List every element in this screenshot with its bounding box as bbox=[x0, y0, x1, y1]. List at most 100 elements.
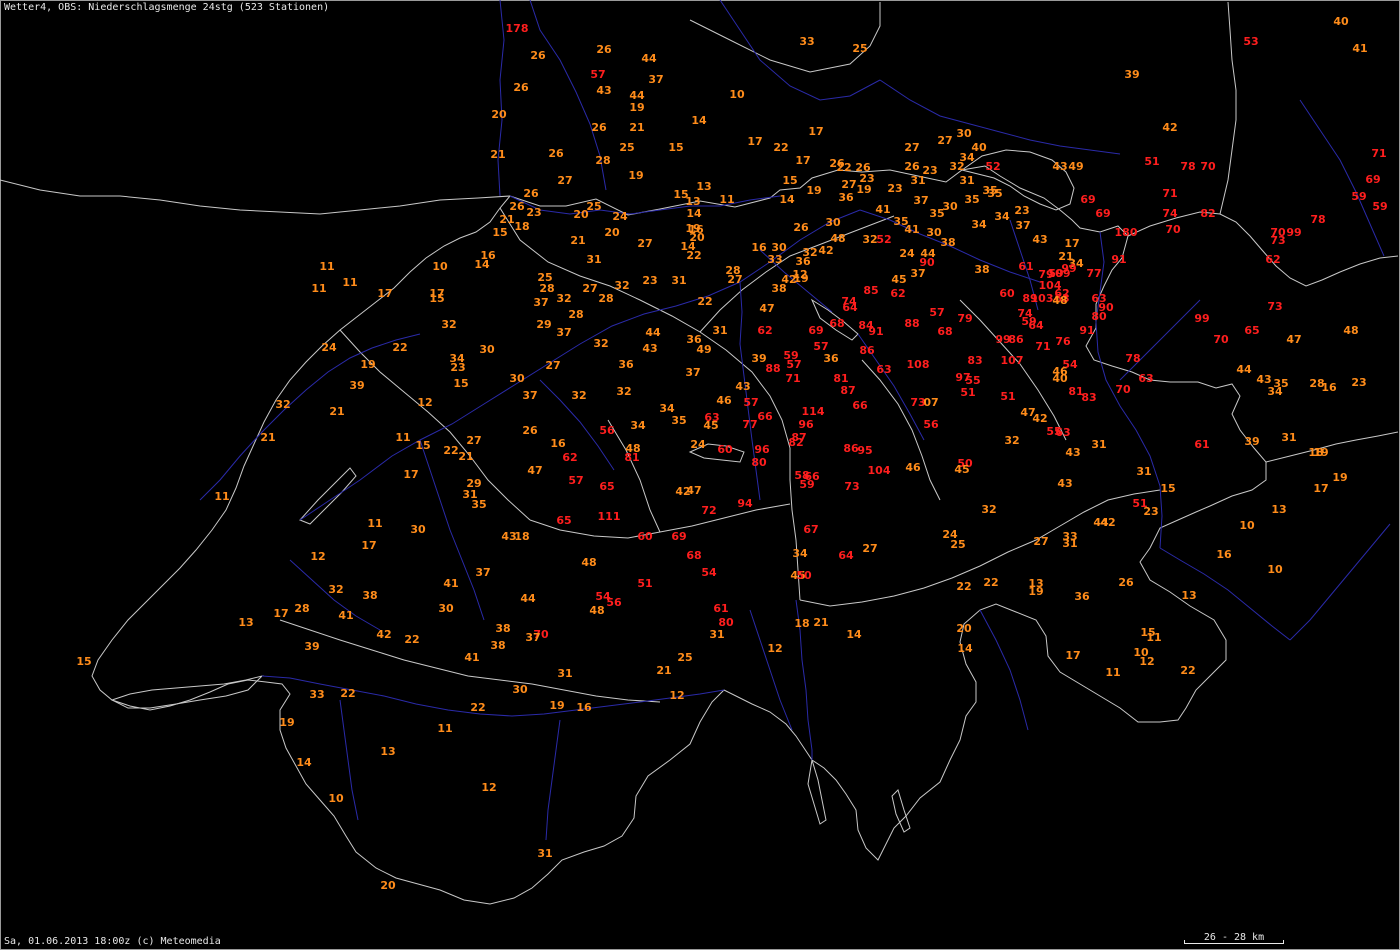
station-value: 15 bbox=[492, 226, 507, 239]
station-value: 30 bbox=[410, 523, 426, 536]
station-value: 17 bbox=[808, 125, 823, 138]
station-value: 61 bbox=[713, 602, 728, 615]
station-value: 60 bbox=[637, 530, 653, 543]
station-value: 30 bbox=[512, 683, 528, 696]
station-value: 95 bbox=[857, 444, 872, 457]
station-value: 36 bbox=[618, 358, 634, 371]
station-value: 40 bbox=[1052, 372, 1068, 385]
station-value: 73 bbox=[1267, 300, 1282, 313]
station-value: 32 bbox=[981, 503, 996, 516]
station-value: 49 bbox=[1068, 160, 1083, 173]
station-value: 11 bbox=[395, 431, 410, 444]
station-value: 12 bbox=[1139, 655, 1154, 668]
station-value: 108 bbox=[907, 358, 930, 371]
station-value: 63 bbox=[1055, 426, 1070, 439]
station-value: 16 bbox=[1321, 381, 1337, 394]
station-value: 11 bbox=[1105, 666, 1120, 679]
station-value: 13 bbox=[380, 745, 395, 758]
station-value: 64 bbox=[838, 549, 854, 562]
station-value: 36 bbox=[1074, 590, 1090, 603]
river-rhone bbox=[261, 675, 725, 717]
river-maggia bbox=[749, 609, 793, 731]
station-value: 24 bbox=[612, 210, 628, 223]
station-value: 68 bbox=[686, 549, 701, 562]
station-value: 22 bbox=[443, 444, 458, 457]
station-value: 27 bbox=[727, 273, 742, 286]
station-value: 30 bbox=[956, 127, 972, 140]
station-value: 30 bbox=[825, 216, 841, 229]
station-value: 69 bbox=[808, 324, 823, 337]
station-value: 28 bbox=[294, 602, 309, 615]
station-value: 66 bbox=[852, 399, 868, 412]
station-value: 24 bbox=[690, 438, 706, 451]
station-value: 22 bbox=[956, 580, 971, 593]
station-value: 21 bbox=[629, 121, 644, 134]
station-value: 27 bbox=[582, 282, 597, 295]
station-value: 67 bbox=[803, 523, 818, 536]
station-value: 16 bbox=[576, 701, 592, 714]
station-value: 21 bbox=[329, 405, 344, 418]
station-value: 35 bbox=[471, 498, 486, 511]
station-value: 19 bbox=[360, 358, 375, 371]
scale-line bbox=[1184, 943, 1284, 944]
station-value: 34 bbox=[994, 210, 1010, 223]
station-value: 99 bbox=[1194, 312, 1209, 325]
station-value: 22 bbox=[686, 249, 701, 262]
germany-border-north bbox=[0, 179, 511, 215]
station-value: 48 bbox=[589, 604, 604, 617]
station-value: 10 bbox=[1267, 563, 1283, 576]
station-value: 57 bbox=[929, 306, 944, 319]
station-value: 33 bbox=[799, 35, 814, 48]
station-value: 82 bbox=[788, 436, 803, 449]
station-value: 29 bbox=[536, 318, 551, 331]
station-value: 38 bbox=[771, 282, 786, 295]
station-value: 23 bbox=[1014, 204, 1029, 217]
station-value: 14 bbox=[691, 114, 707, 127]
station-value: 43 bbox=[1057, 477, 1072, 490]
station-value: 51 bbox=[960, 386, 975, 399]
station-value: 40 bbox=[1333, 15, 1349, 28]
station-value: 24 bbox=[899, 247, 915, 260]
station-value: 57 bbox=[786, 358, 801, 371]
station-value: 35 bbox=[964, 193, 979, 206]
station-value: 20 bbox=[380, 879, 396, 892]
station-value: 52 bbox=[876, 233, 891, 246]
station-value: 59 bbox=[1351, 190, 1366, 203]
station-value: 69 bbox=[1095, 207, 1110, 220]
station-value: 43 bbox=[596, 84, 611, 97]
station-value: 64 bbox=[842, 301, 858, 314]
rivers bbox=[199, 0, 1391, 841]
station-value: 14 bbox=[846, 628, 862, 641]
station-value: 48 bbox=[1052, 294, 1067, 307]
station-value: 180 bbox=[1115, 226, 1138, 239]
station-value: 17 bbox=[273, 607, 288, 620]
station-value: 43 bbox=[642, 342, 657, 355]
station-value: 25 bbox=[619, 141, 634, 154]
station-value: 91 bbox=[868, 325, 883, 338]
station-value: 43 bbox=[1052, 160, 1067, 173]
station-value: 73 bbox=[844, 480, 859, 493]
station-value: 20 bbox=[573, 208, 589, 221]
station-value: 12 bbox=[481, 781, 496, 794]
station-value: 42 bbox=[1100, 516, 1115, 529]
station-value: 10 bbox=[729, 88, 745, 101]
station-value: 35 bbox=[671, 414, 686, 427]
station-value: 78 bbox=[1180, 160, 1195, 173]
station-value: 32 bbox=[556, 292, 571, 305]
station-value: 96 bbox=[754, 443, 770, 456]
station-value: 25 bbox=[950, 538, 965, 551]
station-value: 37 bbox=[522, 389, 537, 402]
station-value: 28 bbox=[539, 282, 554, 295]
station-value: 32 bbox=[275, 398, 290, 411]
station-value: 45 bbox=[954, 463, 969, 476]
station-value: 11 bbox=[367, 517, 382, 530]
station-value: 71 bbox=[785, 372, 800, 385]
station-value: 72 bbox=[701, 504, 716, 517]
station-value: 11 bbox=[342, 276, 357, 289]
station-value: 85 bbox=[863, 284, 878, 297]
precipitation-map[interactable]: 17826 2644332540415357 3726 43 44 10391920 142… bbox=[0, 0, 1400, 950]
station-value: 44 bbox=[645, 326, 661, 339]
station-value: 54 bbox=[701, 566, 717, 579]
station-value: 47 bbox=[527, 464, 542, 477]
station-value: 32 bbox=[571, 389, 586, 402]
